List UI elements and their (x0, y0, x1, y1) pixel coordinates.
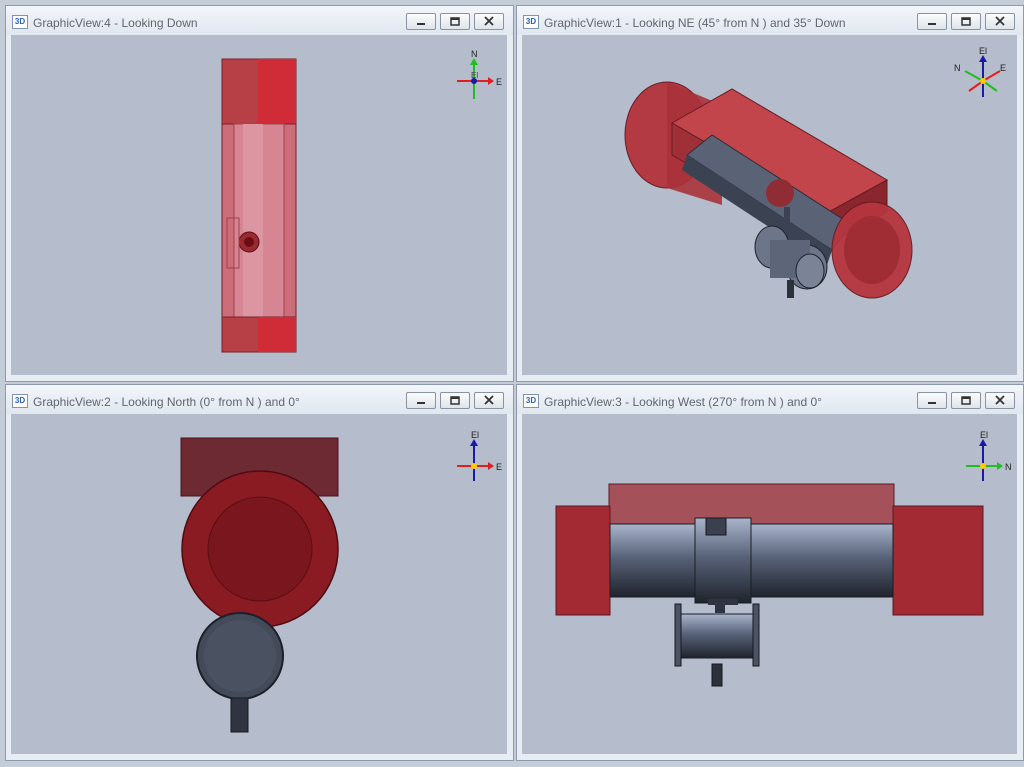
minimize-icon (417, 402, 425, 404)
axis-triad: El N E (954, 46, 1006, 97)
view-canvas[interactable]: El E (11, 414, 507, 754)
minimize-button[interactable] (917, 392, 947, 409)
triad-right-label: E (1000, 63, 1006, 73)
view-titlebar[interactable]: 3D GraphicView:3 - Looking West (270° fr… (517, 385, 1023, 414)
view4-scene (221, 58, 297, 353)
3d-view-icon: 3D (12, 15, 28, 29)
close-icon (995, 395, 1005, 405)
3d-view-icon: 3D (523, 15, 539, 29)
view-canvas[interactable]: El N E (522, 35, 1017, 375)
maximize-icon (961, 17, 971, 26)
maximize-button[interactable] (951, 392, 981, 409)
minimize-button[interactable] (406, 392, 436, 409)
minimize-button[interactable] (406, 13, 436, 30)
maximize-button[interactable] (440, 13, 470, 30)
triad-up-label: N (471, 49, 478, 59)
maximize-button[interactable] (440, 392, 470, 409)
3d-view-icon: 3D (523, 394, 539, 408)
triad-left-label: N (954, 63, 961, 73)
minimize-icon (928, 402, 936, 404)
close-icon (484, 395, 494, 405)
graphic-view-3[interactable]: 3D GraphicView:3 - Looking West (270° fr… (516, 384, 1024, 761)
view-titlebar[interactable]: 3D GraphicView:1 - Looking NE (45° from … (517, 6, 1023, 35)
view-canvas[interactable]: El N (522, 414, 1017, 754)
maximize-icon (450, 17, 460, 26)
view-title: GraphicView:3 - Looking West (270° from … (544, 395, 822, 409)
graphic-view-1[interactable]: 3D GraphicView:1 - Looking NE (45° from … (516, 5, 1024, 382)
close-icon (995, 16, 1005, 26)
close-button[interactable] (474, 13, 504, 30)
triad-up-label: El (979, 46, 987, 56)
graphic-view-2[interactable]: 3D GraphicView:2 - Looking North (0° fro… (5, 384, 514, 761)
view-canvas[interactable]: N E El (11, 35, 507, 375)
triad-center-label: El (471, 71, 478, 80)
triad-right-label: E (496, 462, 502, 472)
minimize-icon (417, 23, 425, 25)
view3-scene (555, 483, 984, 687)
close-icon (484, 16, 494, 26)
maximize-icon (961, 396, 971, 405)
triad-up-label: El (980, 430, 988, 440)
view2-scene (180, 437, 339, 733)
view-title: GraphicView:1 - Looking NE (45° from N )… (544, 16, 846, 30)
3d-view-icon: 3D (12, 394, 28, 408)
close-button[interactable] (474, 392, 504, 409)
view1-scene (624, 81, 913, 299)
minimize-button[interactable] (917, 13, 947, 30)
axis-triad: El E (457, 430, 502, 481)
maximize-icon (450, 396, 460, 405)
view-titlebar[interactable]: 3D GraphicView:4 - Looking Down (6, 6, 513, 35)
view-titlebar[interactable]: 3D GraphicView:2 - Looking North (0° fro… (6, 385, 513, 414)
view-title: GraphicView:2 - Looking North (0° from N… (33, 395, 300, 409)
view-title: GraphicView:4 - Looking Down (33, 16, 198, 30)
axis-triad: El N (966, 430, 1012, 481)
graphic-view-4[interactable]: 3D GraphicView:4 - Looking Down N E El (5, 5, 514, 382)
triad-right-label: N (1005, 462, 1012, 472)
minimize-icon (928, 23, 936, 25)
maximize-button[interactable] (951, 13, 981, 30)
triad-right-label: E (496, 77, 502, 87)
axis-triad: N E El (457, 49, 502, 99)
triad-up-label: El (471, 430, 479, 440)
close-button[interactable] (985, 392, 1015, 409)
close-button[interactable] (985, 13, 1015, 30)
